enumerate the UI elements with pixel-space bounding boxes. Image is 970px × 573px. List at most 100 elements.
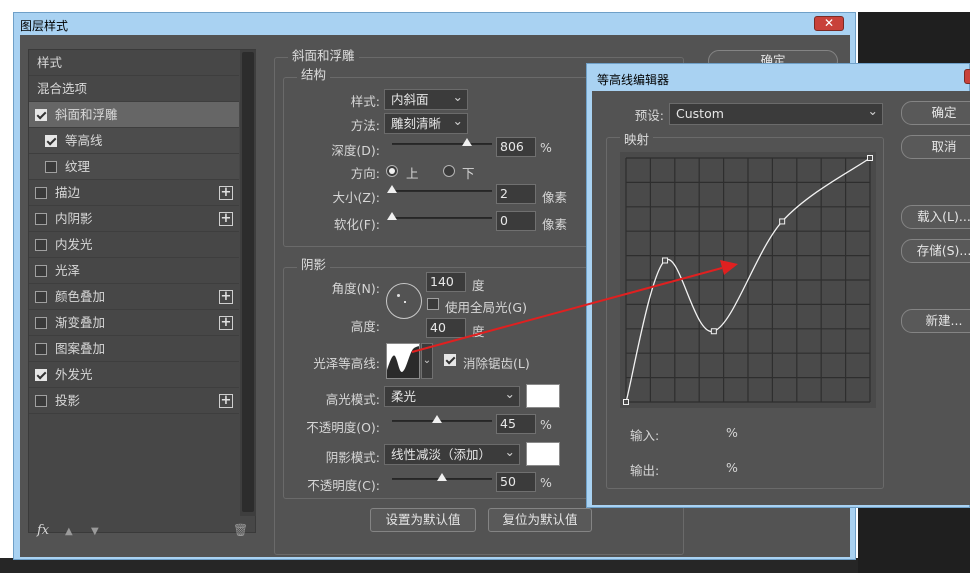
preset-select[interactable]: Custom: [669, 101, 883, 125]
preset-label: 预设:: [634, 108, 664, 123]
shadow-opacity-slider[interactable]: [392, 473, 492, 481]
delete-icon[interactable]: 🗑: [233, 523, 248, 537]
style-item-12[interactable]: 外发光: [29, 362, 239, 388]
shadow-color-swatch[interactable]: [526, 442, 560, 466]
gloss-contour-dropdown[interactable]: ⌄: [421, 343, 433, 379]
style-item-checkbox[interactable]: [45, 161, 57, 173]
style-item-4[interactable]: 纹理: [29, 154, 239, 180]
style-item-9[interactable]: 颜色叠加 +: [29, 284, 239, 310]
anti-alias-checkbox[interactable]: [444, 354, 456, 366]
style-item-checkbox[interactable]: [35, 343, 47, 355]
style-item-label: 内阴影: [55, 211, 93, 226]
move-up-icon[interactable]: ▲: [65, 526, 73, 537]
direction-down-label: 下: [462, 166, 475, 181]
add-icon[interactable]: +: [219, 186, 233, 200]
style-item-10[interactable]: 渐变叠加 +: [29, 310, 239, 336]
reset-default-button[interactable]: 复位为默认值: [488, 508, 592, 532]
shadow-mode-label: 阴影模式:: [325, 450, 380, 465]
style-item-checkbox[interactable]: [35, 317, 47, 329]
add-icon[interactable]: +: [219, 290, 233, 304]
contour-point[interactable]: [867, 155, 873, 161]
shading-title: 阴影: [297, 254, 331, 273]
move-down-icon[interactable]: ▼: [91, 526, 99, 537]
direction-up-radio[interactable]: [386, 165, 398, 177]
make-default-button[interactable]: 设置为默认值: [370, 508, 476, 532]
style-item-label: 混合选项: [37, 81, 88, 96]
style-item-checkbox[interactable]: [35, 109, 47, 121]
highlight-opacity-input[interactable]: 45: [496, 414, 536, 434]
style-item-13[interactable]: 投影 +: [29, 388, 239, 414]
close-button[interactable]: ✕: [814, 16, 844, 31]
shadow-opacity-input[interactable]: 50: [496, 472, 536, 492]
highlight-opacity-knob[interactable]: [432, 415, 442, 423]
soften-input[interactable]: 0: [496, 211, 536, 231]
fx-icon[interactable]: fx: [37, 523, 49, 538]
contour-point[interactable]: [779, 218, 786, 225]
style-select[interactable]: 内斜面: [384, 87, 468, 110]
input-label: 输入:: [630, 428, 660, 443]
contour-curve-canvas[interactable]: [620, 152, 876, 408]
contour-save-button[interactable]: 存储(S)...: [901, 239, 970, 263]
style-item-2[interactable]: 斜面和浮雕: [29, 102, 239, 128]
angle-unit: 度: [472, 278, 485, 293]
contour-point[interactable]: [623, 399, 629, 405]
style-item-checkbox[interactable]: [35, 291, 47, 303]
size-slider[interactable]: [387, 185, 492, 193]
depth-slider[interactable]: [392, 138, 492, 146]
global-light-checkbox[interactable]: [427, 298, 439, 310]
depth-slider-knob[interactable]: [462, 138, 472, 146]
scrollbar-thumb[interactable]: [242, 52, 254, 512]
add-icon[interactable]: +: [219, 394, 233, 408]
style-item-checkbox[interactable]: [35, 265, 47, 277]
style-item-label: 样式: [37, 55, 63, 70]
style-item-checkbox[interactable]: [35, 369, 47, 381]
style-item-checkbox[interactable]: [35, 395, 47, 407]
style-item-checkbox[interactable]: [35, 239, 47, 251]
angle-dial-center: [404, 301, 406, 303]
highlight-opacity-label: 不透明度(O):: [306, 420, 380, 435]
size-slider-knob[interactable]: [387, 185, 397, 193]
style-item-6[interactable]: 内阴影 +: [29, 206, 239, 232]
highlight-mode-select[interactable]: 柔光: [384, 384, 520, 407]
angle-dial[interactable]: [386, 283, 422, 319]
altitude-input[interactable]: 40: [426, 318, 466, 338]
soften-slider[interactable]: [387, 212, 492, 220]
style-item-1[interactable]: 混合选项: [29, 76, 239, 102]
style-item-11[interactable]: 图案叠加: [29, 336, 239, 362]
style-item-5[interactable]: 描边 +: [29, 180, 239, 206]
contour-ok-button[interactable]: 确定: [901, 101, 970, 125]
style-item-checkbox[interactable]: [35, 213, 47, 225]
mapping-title: 映射: [620, 129, 654, 148]
depth-input[interactable]: 806: [496, 137, 536, 157]
highlight-color-swatch[interactable]: [526, 384, 560, 408]
shadow-mode-select[interactable]: 线性减淡（添加）: [384, 442, 520, 465]
style-item-label: 光泽: [55, 263, 81, 278]
angle-input[interactable]: 140: [426, 272, 466, 292]
style-item-checkbox[interactable]: [35, 187, 47, 199]
direction-down-radio[interactable]: [443, 165, 455, 177]
contour-new-button[interactable]: 新建...: [901, 309, 970, 333]
angle-dial-handle: [397, 294, 400, 297]
highlight-opacity-slider[interactable]: [392, 415, 492, 423]
shadow-opacity-knob[interactable]: [437, 473, 447, 481]
soften-slider-knob[interactable]: [387, 212, 397, 220]
size-input[interactable]: 2: [496, 184, 536, 204]
add-icon[interactable]: +: [219, 212, 233, 226]
add-icon[interactable]: +: [219, 316, 233, 330]
technique-select[interactable]: 雕刻清晰: [384, 111, 468, 134]
contour-point[interactable]: [710, 328, 717, 335]
contour-load-button[interactable]: 载入(L)...: [901, 205, 970, 229]
contour-cancel-button[interactable]: 取消: [901, 135, 970, 159]
style-item-8[interactable]: 光泽: [29, 258, 239, 284]
style-item-0[interactable]: 样式: [29, 50, 239, 76]
style-item-checkbox[interactable]: [45, 135, 57, 147]
contour-graph[interactable]: [620, 152, 876, 408]
gloss-contour-thumbnail[interactable]: [386, 343, 420, 379]
style-item-3[interactable]: 等高线: [29, 128, 239, 154]
technique-label: 方法:: [350, 118, 380, 133]
highlight-mode-label: 高光模式:: [325, 392, 380, 407]
style-item-7[interactable]: 内发光: [29, 232, 239, 258]
contour-editor-close-button[interactable]: ✕: [964, 69, 970, 84]
contour-point[interactable]: [662, 257, 669, 264]
contour-editor-window: 等高线编辑器 ✕ 预设: Custom 映射 输入: % 输出: % 确定 取消…: [586, 63, 970, 508]
